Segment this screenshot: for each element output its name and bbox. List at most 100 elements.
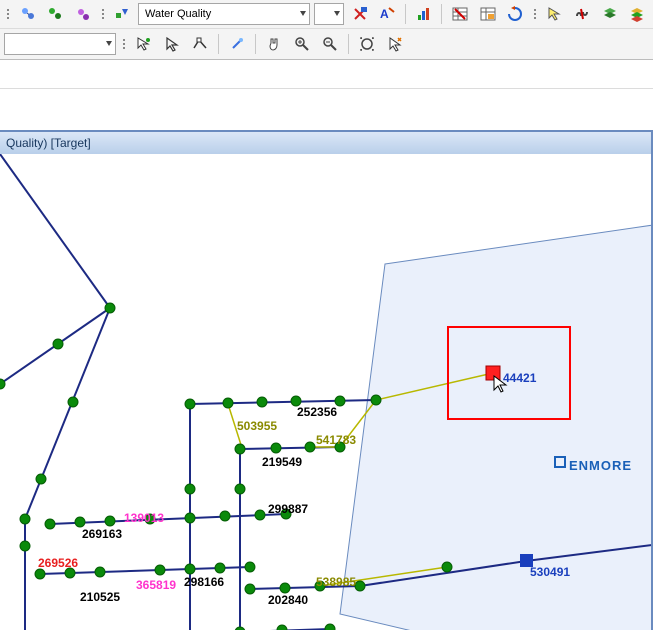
node-id-label: 298166 [184, 575, 224, 589]
junction-node[interactable] [245, 584, 255, 594]
grip-icon [123, 39, 125, 49]
warn-id-label: 269526 [38, 556, 78, 570]
junction-node[interactable] [35, 569, 45, 579]
grip-icon [102, 9, 104, 19]
junction-node[interactable] [325, 624, 335, 630]
theme-layers-button[interactable] [625, 2, 649, 26]
junction-node[interactable] [105, 516, 115, 526]
chevron-down-icon [300, 11, 306, 16]
junction-node[interactable] [442, 562, 452, 572]
junction-node[interactable] [45, 519, 55, 529]
junction-node[interactable] [155, 565, 165, 575]
toolbar-row-1: Water Quality A [0, 0, 653, 29]
junction-node[interactable] [105, 303, 115, 313]
chevron-down-icon [334, 11, 340, 16]
junction-node[interactable] [235, 484, 245, 494]
junction-node[interactable] [185, 484, 195, 494]
edit-vertex-button[interactable] [188, 32, 212, 56]
junction-node[interactable] [271, 443, 281, 453]
validate-button[interactable] [348, 2, 372, 26]
junction-node[interactable] [277, 625, 287, 630]
junction-node[interactable] [223, 398, 233, 408]
junction-node[interactable] [220, 511, 230, 521]
junction-node[interactable] [185, 399, 195, 409]
junction-node[interactable] [185, 513, 195, 523]
svg-text:A: A [380, 7, 389, 21]
separator [218, 34, 219, 54]
junction-node[interactable] [36, 474, 46, 484]
selected-node[interactable] [486, 366, 500, 380]
zoom-extents-button[interactable] [355, 32, 379, 56]
compute-button[interactable] [44, 2, 68, 26]
node-id-label: 252356 [297, 405, 337, 419]
zoom-out-button[interactable] [318, 32, 342, 56]
node-id-label: 299887 [268, 502, 308, 516]
junction-node[interactable] [355, 581, 365, 591]
chevron-down-icon [106, 41, 112, 46]
hydrant-id-label: 139013 [124, 511, 164, 525]
junction-node[interactable] [53, 339, 63, 349]
link-id-label: 538985 [316, 575, 356, 589]
link-id-label: 541783 [316, 433, 356, 447]
zoom-in-button[interactable] [290, 32, 314, 56]
gis-app-window: Water Quality A [0, 0, 653, 630]
junction-node[interactable] [255, 510, 265, 520]
empty-dropdown[interactable] [4, 33, 116, 55]
scenario-dropdown-value: Water Quality [145, 8, 211, 20]
network-pipe[interactable] [0, 154, 110, 308]
document-title-bar: Quality) [Target] [0, 132, 651, 155]
select-tool-button[interactable] [543, 2, 567, 26]
node-id-label: 269163 [82, 527, 122, 541]
link-id-label: 503955 [237, 419, 277, 433]
separator [255, 34, 256, 54]
blank-strip [0, 60, 653, 89]
refresh-button[interactable] [503, 2, 527, 26]
scenario-extra-dropdown[interactable] [314, 3, 344, 25]
annotation-button[interactable]: A [376, 2, 400, 26]
zone-name-label: ENMORE [569, 458, 632, 473]
node-id-label: 210525 [80, 590, 120, 604]
profiles-button[interactable] [476, 2, 500, 26]
separator [348, 34, 349, 54]
junction-node[interactable] [68, 397, 78, 407]
layer-stack-button[interactable] [598, 2, 622, 26]
junction-node[interactable] [95, 567, 105, 577]
junction-node[interactable] [75, 517, 85, 527]
junction-node[interactable] [280, 583, 290, 593]
map-canvas[interactable]: ENMORE 252356 299887 269163 298166 21052… [0, 154, 651, 630]
node-id-label: 202840 [268, 593, 308, 607]
junction-node[interactable] [257, 397, 267, 407]
selected-node-id: 44421 [503, 371, 537, 385]
hydrant-id-label: 365819 [136, 578, 176, 592]
pointer-button[interactable] [160, 32, 184, 56]
junction-node[interactable] [235, 444, 245, 454]
node-id-label: 219549 [262, 455, 302, 469]
pan-button[interactable] [262, 32, 286, 56]
network-pipe[interactable] [190, 400, 376, 404]
junction-node[interactable] [20, 514, 30, 524]
graphs-button[interactable] [412, 2, 436, 26]
junction-node[interactable] [20, 541, 30, 551]
identify-button[interactable] [383, 32, 407, 56]
grip-icon [534, 9, 536, 19]
junction-node[interactable] [185, 564, 195, 574]
spacer [0, 89, 653, 129]
separator [405, 4, 406, 24]
document-title: Quality) [Target] [6, 136, 91, 150]
zone-polygon [340, 224, 651, 630]
wand-button[interactable] [225, 32, 249, 56]
active-topology-button[interactable] [16, 2, 40, 26]
separator [441, 4, 442, 24]
break-button[interactable] [570, 2, 594, 26]
element-symbology-button[interactable] [111, 2, 135, 26]
flex-tables-button[interactable] [448, 2, 472, 26]
junction-node[interactable] [245, 562, 255, 572]
select-elements-button[interactable] [132, 32, 156, 56]
junction-node[interactable] [371, 395, 381, 405]
junction-node[interactable] [305, 442, 315, 452]
scenario-dropdown[interactable]: Water Quality [138, 3, 310, 25]
toolbar-row-2 [0, 29, 653, 60]
junction-node[interactable] [215, 563, 225, 573]
network-pipe[interactable] [25, 308, 110, 519]
scenario-manager-button[interactable] [71, 2, 95, 26]
